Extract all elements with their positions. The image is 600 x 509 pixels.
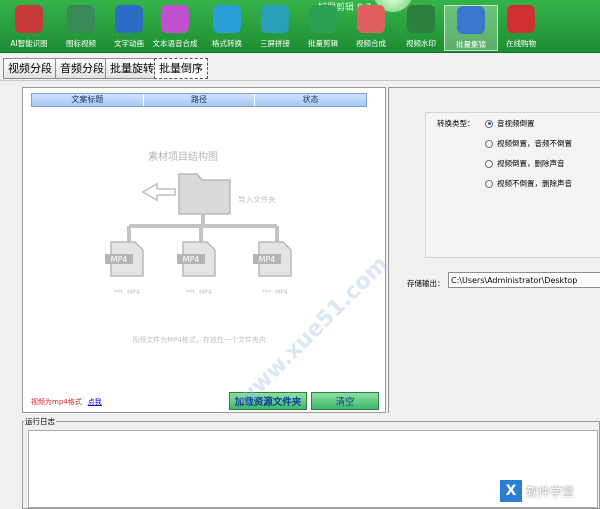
save-output-label: 存储输出： — [407, 279, 445, 288]
toolbar-label: 视频水印 — [406, 39, 436, 48]
toolbar-label: 在线购物 — [506, 39, 536, 48]
radio-label-1: 音视频倒置 — [497, 119, 535, 128]
format-convert-icon — [213, 5, 241, 33]
tab-video-segment[interactable]: 视频分段 — [3, 58, 57, 79]
file-list-panel: 文案标题 路径 状态 素材项目结构图 导入文件夹 MP4 ***. MP4 MP… — [22, 87, 386, 413]
toolbar-button-1[interactable]: AI智能识图 — [2, 5, 56, 51]
file-name-1: ***. MP4 — [114, 289, 140, 296]
arrow-icon — [141, 182, 176, 202]
file-type-1: MP4 — [111, 255, 128, 264]
watermark-icon — [407, 5, 435, 33]
text-anim-icon — [115, 5, 143, 33]
conversion-type-label: 转换类型： — [437, 119, 475, 128]
watermark-brand: 软件学堂 — [526, 484, 575, 499]
connector-lines — [127, 214, 279, 242]
toolbar-button-8[interactable]: 视频合成 — [344, 5, 398, 51]
radio-label-3: 视频倒置，删除声音 — [497, 159, 565, 168]
save-path-input[interactable] — [448, 272, 600, 288]
radio-label-2: 视频倒置，音频不倒置 — [497, 139, 572, 148]
main-toolbar: 好盟剪辑 8.7 AI智能识图 图标视频 文字动画 文本语音合成 格式转换 三屏拼接 批量剪… — [0, 0, 600, 53]
rocket-icon — [507, 5, 535, 33]
file-icon-3: MP4 ***. MP4 — [253, 241, 292, 296]
format-hint-text: 视频为mp4格式 — [31, 398, 82, 406]
col-path[interactable]: 路径 — [144, 94, 256, 106]
log-title: 运行日志 — [24, 416, 56, 427]
file-name-2: ***. MP4 — [186, 289, 212, 296]
batch-highlight-icon — [457, 6, 485, 34]
subtab-bar: 视频分段 音频分段 批量旋转 批量倒序 — [0, 55, 600, 81]
table-header: 文案标题 路径 状态 — [31, 93, 367, 107]
folder-label: 导入文件夹 — [238, 194, 276, 204]
col-status[interactable]: 状态 — [255, 94, 366, 106]
radio-option-3[interactable]: 视频倒置，删除声音 — [485, 158, 565, 169]
tri-split-icon — [261, 5, 289, 33]
toolbar-button-4[interactable]: 文本语音合成 — [148, 5, 202, 51]
tab-batch-rotate[interactable]: 批量旋转 — [105, 58, 159, 79]
radio-option-4[interactable]: 视频不倒置，删除声音 — [485, 178, 572, 189]
radio-dot-4[interactable] — [485, 179, 493, 188]
toolbar-label: 批量集锦 — [456, 40, 486, 49]
toolbar-label: AI智能识图 — [10, 39, 48, 48]
radio-option-1[interactable]: 音视频倒置 — [485, 118, 535, 129]
toolbar-label: 视频合成 — [356, 39, 386, 48]
radio-dot-1[interactable] — [485, 119, 493, 128]
batch-cut-icon — [309, 5, 337, 33]
toolbar-button-2[interactable]: 图标视频 — [54, 5, 108, 51]
file-name-3: ***. MP4 — [262, 289, 288, 296]
hint-link[interactable]: 点我 — [88, 398, 102, 406]
radio-dot-3[interactable] — [485, 159, 493, 168]
settings-panel: 转换类型： 音视频倒置 视频倒置，音频不倒置 视频倒置，删除声音 视频不倒置，删… — [388, 87, 600, 413]
toolbar-button-11[interactable]: 在线购物 — [494, 5, 548, 51]
toolbar-label: 文本语音合成 — [152, 39, 198, 48]
tts-icon — [161, 5, 189, 33]
toolbar-button-6[interactable]: 三屏拼接 — [248, 5, 302, 51]
format-hint: 视频为mp4格式 点我 — [31, 397, 102, 407]
file-type-3: MP4 — [259, 255, 276, 264]
diagram-title: 素材项目结构图 — [148, 150, 218, 163]
watermark-logo-icon: X — [500, 480, 522, 502]
radio-label-4: 视频不倒置，删除声音 — [497, 179, 572, 188]
image-video-icon — [67, 5, 95, 33]
file-icon-1: MP4 ***. MP4 — [105, 241, 144, 296]
toolbar-label: 批量剪辑 — [308, 39, 338, 48]
file-icon-2: MP4 ***. MP4 — [177, 241, 216, 296]
toolbar-label: 格式转换 — [212, 39, 242, 48]
clear-button[interactable]: 清空 — [311, 392, 379, 410]
toolbar-button-10[interactable]: 批量集锦 — [444, 5, 498, 51]
folder-icon — [178, 173, 231, 215]
radio-dot-2[interactable] — [485, 139, 493, 148]
radio-option-2[interactable]: 视频倒置，音频不倒置 — [485, 138, 572, 149]
toolbar-button-9[interactable]: 视频水印 — [394, 5, 448, 51]
tab-audio-segment[interactable]: 音频分段 — [55, 58, 109, 79]
video-merge-icon — [357, 5, 385, 33]
toolbar-label: 三屏拼接 — [260, 39, 290, 48]
watermark-logo: X 软件学堂 — [500, 480, 574, 502]
toolbar-button-5[interactable]: 格式转换 — [200, 5, 254, 51]
tab-batch-reverse[interactable]: 批量倒序 — [154, 58, 208, 79]
file-type-2: MP4 — [183, 255, 200, 264]
toolbar-button-7[interactable]: 批量剪辑 — [296, 5, 350, 51]
toolbar-label: 图标视频 — [66, 39, 96, 48]
col-title[interactable]: 文案标题 — [32, 94, 144, 106]
ai-ball-icon — [15, 5, 43, 33]
diagram-caption: 视频文件为MP4格式，存放在一个文件夹内 — [132, 335, 266, 344]
